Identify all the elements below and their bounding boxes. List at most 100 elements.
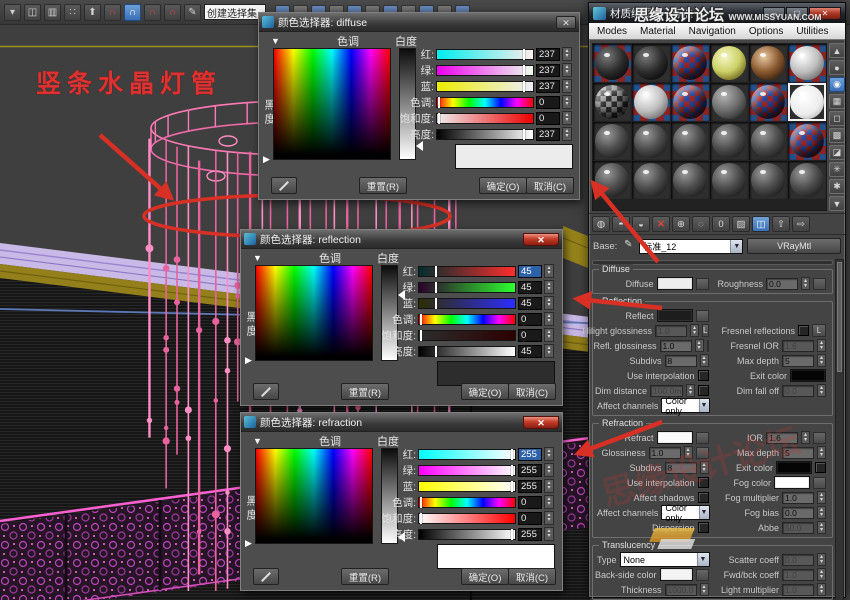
- material-sample-slot[interactable]: [788, 122, 826, 160]
- reset-button[interactable]: 重置(R): [359, 177, 407, 194]
- reset-button[interactable]: 重置(R): [341, 568, 389, 585]
- material-sample-slot[interactable]: [749, 122, 787, 160]
- green-spinner[interactable]: [544, 463, 554, 477]
- fresnel-checkbox[interactable]: [798, 325, 809, 336]
- scroll-down-icon[interactable]: ▼: [829, 196, 845, 211]
- ok-button[interactable]: 确定(O): [461, 383, 509, 400]
- blue-spinner[interactable]: [544, 296, 554, 310]
- red-slider[interactable]: [418, 449, 516, 460]
- cancel-button[interactable]: 取消(C): [508, 383, 556, 400]
- show-end-result-icon[interactable]: ◫: [752, 216, 770, 232]
- sample-window-icon[interactable]: ◉: [829, 77, 845, 92]
- blue-spinner[interactable]: [562, 79, 572, 93]
- dim-fall-off-spinner[interactable]: [817, 384, 826, 397]
- glossiness-spinner[interactable]: [684, 446, 693, 459]
- material-sample-slot[interactable]: [593, 161, 631, 199]
- material-id-icon[interactable]: 0: [712, 216, 730, 232]
- fog-bias-field[interactable]: 0.0: [782, 507, 814, 519]
- brightness-slider[interactable]: [436, 129, 534, 140]
- dialog-titlebar[interactable]: 颜色选择器: reflection ✕: [241, 230, 562, 249]
- put-to-library-icon[interactable]: ⊕: [672, 216, 690, 232]
- angle-snap-toggle-icon[interactable]: ∩: [124, 4, 141, 21]
- reflect-map-button[interactable]: [696, 310, 709, 322]
- saturation-spinner[interactable]: [544, 328, 554, 342]
- fog-color-swatch[interactable]: [774, 476, 810, 489]
- spinner-snap-toggle-icon[interactable]: ∩: [164, 4, 181, 21]
- select-by-material-icon[interactable]: ✱: [829, 179, 845, 194]
- saturation-slider[interactable]: [418, 330, 516, 341]
- glossiness-field[interactable]: 1.0: [649, 447, 681, 459]
- menu-material[interactable]: Material: [640, 26, 676, 37]
- dim-fall-off-field[interactable]: 0.0: [782, 385, 814, 397]
- refract-color-swatch[interactable]: [657, 431, 693, 444]
- exit-color-swatch[interactable]: [790, 369, 826, 382]
- scatter-coeff-spinner[interactable]: [817, 553, 826, 566]
- roughness-field[interactable]: 0.0: [766, 278, 798, 290]
- refl-glossiness-spinner[interactable]: [695, 339, 704, 352]
- blue-value[interactable]: 237: [536, 80, 560, 93]
- reflect-color-swatch[interactable]: [657, 309, 693, 322]
- material-effects-icon[interactable]: ◌: [692, 216, 710, 232]
- material-sample-slot[interactable]: [593, 83, 631, 121]
- blue-spinner[interactable]: [544, 479, 554, 493]
- hue-value[interactable]: 0: [536, 96, 560, 109]
- back-side-map-button[interactable]: [696, 569, 708, 581]
- use-interpolation-checkbox[interactable]: [698, 370, 709, 381]
- hue-slider[interactable]: [418, 497, 516, 508]
- layer-manager-icon[interactable]: ∷: [64, 4, 81, 21]
- green-value[interactable]: 237: [536, 64, 560, 77]
- edit-named-selection-sets-icon[interactable]: ✎: [184, 4, 201, 21]
- close-button[interactable]: ✕: [809, 7, 841, 20]
- red-value[interactable]: 237: [536, 48, 560, 61]
- fog-color-map-button[interactable]: [813, 477, 826, 489]
- eyedropper-button[interactable]: [253, 568, 279, 585]
- put-material-icon[interactable]: ◓: [612, 216, 630, 232]
- thickness-spinner[interactable]: [700, 583, 709, 596]
- fog-multiplier-field[interactable]: 1.0: [782, 492, 814, 504]
- blue-slider[interactable]: [436, 81, 534, 92]
- saturation-value[interactable]: 0: [536, 112, 560, 125]
- red-value[interactable]: 255: [518, 448, 542, 461]
- menu-utilities[interactable]: Utilities: [796, 26, 828, 37]
- scroll-up-icon[interactable]: ▲: [829, 43, 845, 58]
- saturation-value[interactable]: 0: [518, 512, 542, 525]
- dim-distance-checkbox[interactable]: [698, 385, 709, 396]
- snap-toggle-icon[interactable]: ∩: [104, 4, 121, 21]
- saturation-spinner[interactable]: [562, 111, 572, 125]
- hue-slider[interactable]: [436, 97, 534, 108]
- menu-options[interactable]: Options: [749, 26, 783, 37]
- blue-value[interactable]: 255: [518, 480, 542, 493]
- light-multiplier-field[interactable]: 1.0: [782, 584, 814, 596]
- affect-shadows-checkbox[interactable]: [698, 492, 709, 503]
- named-selection-set-input[interactable]: [204, 4, 266, 20]
- go-to-parent-icon[interactable]: ⇧: [772, 216, 790, 232]
- hue-blackness-field[interactable]: [255, 265, 373, 361]
- exit-color-checkbox[interactable]: [815, 462, 826, 473]
- green-spinner[interactable]: [562, 63, 572, 77]
- material-name-combo[interactable]: 标准_12 ▼: [639, 239, 743, 254]
- hilight-spinner[interactable]: [690, 324, 699, 337]
- color-palette-icon[interactable]: ▩: [829, 128, 845, 143]
- light-multiplier-spinner[interactable]: [817, 583, 826, 596]
- hue-spinner[interactable]: [544, 495, 554, 509]
- brightness-slider[interactable]: [418, 529, 516, 540]
- fog-multiplier-spinner[interactable]: [817, 491, 826, 504]
- fresnel-lock-button[interactable]: L: [812, 324, 826, 337]
- delete-material-icon[interactable]: ✕: [652, 216, 670, 232]
- subdivs-field[interactable]: 8: [665, 355, 697, 367]
- assign-material-icon[interactable]: ◒: [632, 216, 650, 232]
- ior-map-button[interactable]: [813, 432, 826, 444]
- brightness-spinner[interactable]: [562, 127, 572, 141]
- align-icon[interactable]: ▥: [44, 4, 61, 21]
- glossiness-map-button[interactable]: [696, 447, 709, 459]
- brightness-value[interactable]: 237: [536, 128, 560, 141]
- use-interpolation-checkbox[interactable]: [698, 477, 709, 488]
- refl-glossiness-map-button[interactable]: [707, 340, 709, 352]
- max-depth-spinner[interactable]: [817, 446, 826, 459]
- green-spinner[interactable]: [544, 280, 554, 294]
- pick-material-icon[interactable]: ✎: [621, 239, 635, 253]
- cancel-button[interactable]: 取消(C): [508, 568, 556, 585]
- eyedropper-button[interactable]: [253, 383, 279, 400]
- close-icon[interactable]: ✕: [523, 416, 559, 429]
- dispersion-checkbox[interactable]: [698, 522, 709, 533]
